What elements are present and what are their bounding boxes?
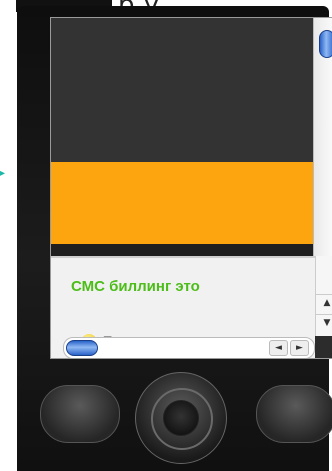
horizontal-scroll-thumb[interactable] [66,340,98,356]
dpad-center-button[interactable] [163,400,199,436]
orange-banner [51,162,313,244]
scroll-left-button[interactable]: ◄ [269,340,288,356]
navigation-dpad[interactable] [135,372,227,464]
dark-banner [51,18,313,162]
outer-scroll-thumb[interactable] [319,30,332,58]
divider-strip [51,244,313,256]
phone-screen: СМС биллинг это Продажа контента ▲ ▼ ◄ ► [50,17,332,359]
right-soft-key[interactable] [256,385,332,443]
content-title: СМС биллинг это [71,278,200,295]
horizontal-arrow-group: ◄ ► [269,340,309,356]
scroll-right-button[interactable]: ► [290,340,309,356]
horizontal-scrollbar[interactable]: ◄ ► [63,337,315,358]
scroll-up-button[interactable]: ▲ [316,294,332,311]
side-arrow-icon: ▸ [0,168,6,179]
outer-vertical-scrollbar[interactable] [313,18,332,256]
inner-vertical-scrollbar[interactable]: ▲ ▼ [315,256,332,336]
left-soft-key[interactable] [40,385,120,443]
scroll-down-button[interactable]: ▼ [316,314,332,331]
